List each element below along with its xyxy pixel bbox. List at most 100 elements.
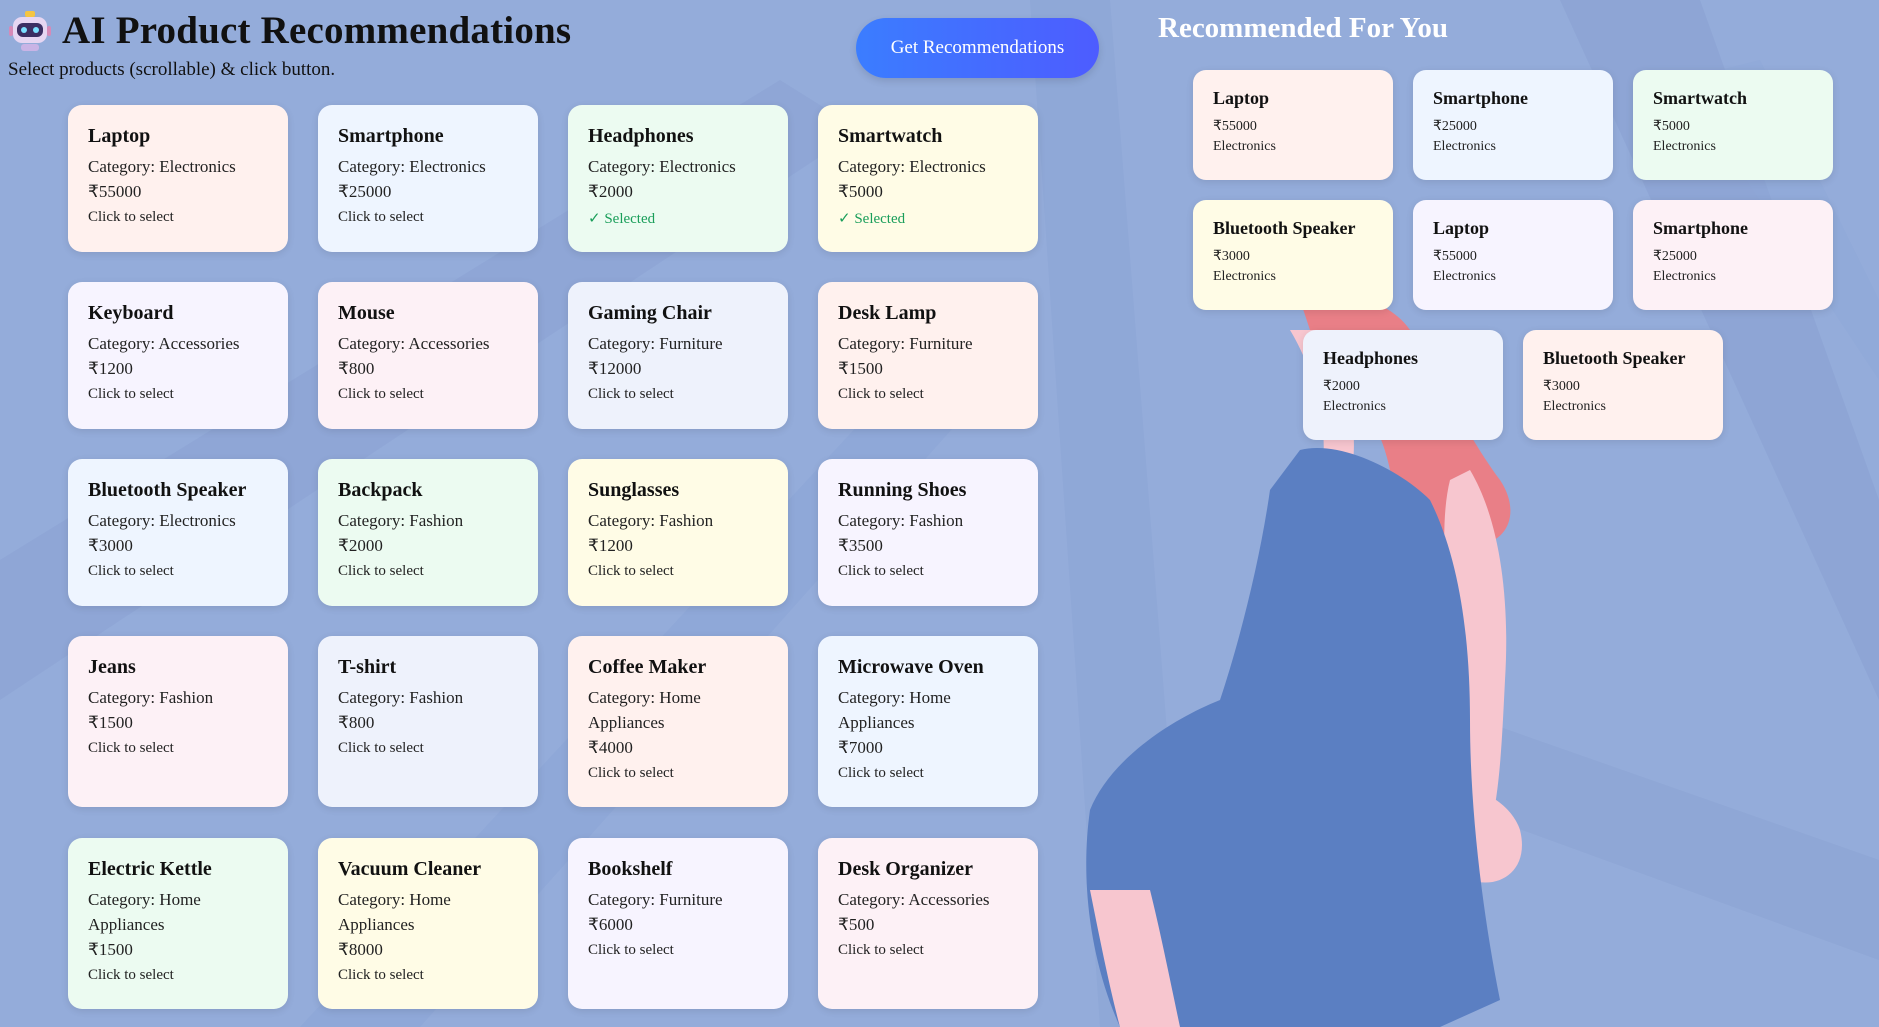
recommendation-category: Electronics bbox=[1433, 139, 1496, 154]
product-card[interactable]: Jeans Category: Fashion ₹1500 Click to sele… bbox=[68, 636, 288, 807]
page-subtitle: Select products (scrollable) & click but… bbox=[8, 59, 336, 80]
product-name: Electric Kettle bbox=[88, 858, 212, 880]
select-hint: Click to select bbox=[838, 942, 924, 958]
product-price: ₹6000 bbox=[588, 915, 633, 934]
product-price: ₹1200 bbox=[88, 359, 133, 378]
get-recommendations-button[interactable]: Get Recommendations bbox=[856, 18, 1099, 78]
product-category: Category: Fashion bbox=[338, 511, 464, 530]
product-price: ₹7000 bbox=[838, 738, 883, 757]
product-name: Desk Lamp bbox=[838, 302, 937, 324]
product-selection-panel: AI Product Recommendations Select produc… bbox=[0, 0, 1100, 1027]
product-card[interactable]: Running Shoes Category: Fashion ₹3500 Click… bbox=[818, 459, 1038, 606]
product-price: ₹25000 bbox=[338, 182, 392, 201]
product-card[interactable]: Keyboard Category: Accessories ₹1200 Click … bbox=[68, 282, 288, 429]
select-hint: Click to select bbox=[588, 942, 674, 958]
select-hint: Click to select bbox=[588, 765, 674, 781]
product-card[interactable]: Vacuum Cleaner Category: Home Appliances ₹… bbox=[318, 838, 538, 1009]
recommendation-category: Electronics bbox=[1653, 269, 1716, 284]
product-card[interactable]: Bluetooth Speaker Category: Electronics ₹3… bbox=[68, 459, 288, 606]
select-hint: Click to select bbox=[838, 563, 924, 579]
selected-indicator: ✓ Selected bbox=[588, 211, 656, 227]
recommendation-card[interactable]: Smartphone ₹25000 Electronics bbox=[1413, 70, 1613, 180]
recommendation-price: ₹2000 bbox=[1323, 379, 1360, 394]
product-name: Vacuum Cleaner bbox=[338, 858, 482, 880]
product-card[interactable]: Desk Organizer Category: Accessories ₹500 C… bbox=[818, 838, 1038, 1009]
product-card[interactable]: Gaming Chair Category: Furniture ₹12000 Cli… bbox=[568, 282, 788, 429]
product-name: Keyboard bbox=[88, 302, 174, 324]
recommendation-price: ₹5000 bbox=[1653, 119, 1690, 134]
robot-icon bbox=[9, 10, 51, 51]
product-card[interactable]: Microwave Oven Category: Home Appliances ₹… bbox=[818, 636, 1038, 807]
product-price: ₹800 bbox=[338, 713, 375, 732]
product-card[interactable]: Mouse Category: Accessories ₹800 Click to s… bbox=[318, 282, 538, 429]
select-hint: Click to select bbox=[88, 209, 174, 225]
product-name: Jeans bbox=[88, 656, 136, 678]
recommendation-category: Electronics bbox=[1213, 269, 1276, 284]
recommendation-card[interactable]: Headphones ₹2000 Electronics bbox=[1303, 330, 1503, 440]
product-category: Category: Electronics bbox=[588, 157, 736, 176]
recommendation-category: Electronics bbox=[1323, 399, 1386, 414]
product-category: Category: Home Appliances bbox=[88, 890, 201, 934]
product-card[interactable]: Bookshelf Category: Furniture ₹6000 Click t… bbox=[568, 838, 788, 1009]
product-card[interactable]: Laptop Category: Electronics ₹55000 Click t… bbox=[68, 105, 288, 252]
recommendation-card[interactable]: Bluetooth Speaker ₹3000 Electronics bbox=[1193, 200, 1393, 310]
product-category: Category: Fashion bbox=[88, 688, 214, 707]
select-hint: Click to select bbox=[338, 967, 424, 983]
product-name: Sunglasses bbox=[588, 479, 680, 501]
product-category: Category: Home Appliances bbox=[838, 688, 951, 732]
select-hint: Click to select bbox=[88, 386, 174, 402]
product-category: Category: Home Appliances bbox=[588, 688, 701, 732]
select-hint: Click to select bbox=[588, 386, 674, 402]
header: AI Product Recommendations bbox=[8, 8, 571, 53]
product-category: Category: Furniture bbox=[588, 890, 723, 909]
product-card[interactable]: Smartphone Category: Electronics ₹25000 Cli… bbox=[318, 105, 538, 252]
product-card[interactable]: Backpack Category: Fashion ₹2000 Click to s… bbox=[318, 459, 538, 606]
product-price: ₹1500 bbox=[838, 359, 883, 378]
product-card[interactable]: Coffee Maker Category: Home Appliances ₹40… bbox=[568, 636, 788, 807]
product-price: ₹1500 bbox=[88, 713, 133, 732]
recommendation-name: Smartwatch bbox=[1653, 88, 1747, 108]
product-name: Microwave Oven bbox=[838, 656, 984, 678]
product-card[interactable]: Smartwatch Category: Electronics ₹5000 ✓ Se… bbox=[818, 105, 1038, 252]
recommendation-card[interactable]: Smartwatch ₹5000 Electronics bbox=[1633, 70, 1833, 180]
recommendation-card[interactable]: Bluetooth Speaker ₹3000 Electronics bbox=[1523, 330, 1723, 440]
recommendation-card[interactable]: Smartphone ₹25000 Electronics bbox=[1633, 200, 1833, 310]
recommendation-card[interactable]: Laptop ₹55000 Electronics bbox=[1413, 200, 1613, 310]
product-card[interactable]: Sunglasses Category: Fashion ₹1200 Click to… bbox=[568, 459, 788, 606]
product-name: Headphones bbox=[588, 125, 694, 147]
recommendation-card[interactable]: Laptop ₹55000 Electronics bbox=[1193, 70, 1393, 180]
product-price: ₹3500 bbox=[838, 536, 883, 555]
product-category: Category: Electronics bbox=[838, 157, 986, 176]
recommendation-name: Headphones bbox=[1323, 348, 1419, 368]
product-card[interactable]: Desk Lamp Category: Furniture ₹1500 Click t… bbox=[818, 282, 1038, 429]
recommendation-price: ₹3000 bbox=[1213, 249, 1250, 264]
product-price: ₹3000 bbox=[88, 536, 133, 555]
product-category: Category: Electronics bbox=[88, 511, 236, 530]
recommendation-name: Bluetooth Speaker bbox=[1213, 218, 1356, 238]
product-name: Bookshelf bbox=[588, 858, 673, 880]
product-card[interactable]: Electric Kettle Category: Home Appliances… bbox=[68, 838, 288, 1009]
recommendation-name: Laptop bbox=[1433, 218, 1490, 238]
recommendation-category: Electronics bbox=[1543, 399, 1606, 414]
product-card[interactable]: Headphones Category: Electronics ₹2000 ✓ Se… bbox=[568, 105, 788, 252]
recommendations-title: Recommended For You bbox=[1158, 12, 1448, 44]
recommendation-name: Smartphone bbox=[1653, 218, 1749, 238]
product-name: Desk Organizer bbox=[838, 858, 973, 880]
recommendation-price: ₹25000 bbox=[1433, 119, 1477, 134]
product-price: ₹2000 bbox=[588, 182, 633, 201]
select-hint: Click to select bbox=[88, 967, 174, 983]
product-category: Category: Home Appliances bbox=[338, 890, 451, 934]
product-category: Category: Accessories bbox=[838, 890, 990, 909]
product-name: Gaming Chair bbox=[588, 302, 712, 324]
page-title: AI Product Recommendations bbox=[62, 9, 572, 52]
product-price: ₹800 bbox=[338, 359, 375, 378]
select-hint: Click to select bbox=[838, 386, 924, 402]
product-price: ₹2000 bbox=[338, 536, 383, 555]
product-category: Category: Fashion bbox=[338, 688, 464, 707]
select-hint: Click to select bbox=[838, 765, 924, 781]
recommendation-name: Bluetooth Speaker bbox=[1543, 348, 1686, 368]
recommendation-name: Smartphone bbox=[1433, 88, 1529, 108]
product-name: Bluetooth Speaker bbox=[88, 479, 247, 501]
product-card[interactable]: T-shirt Category: Fashion ₹800 Click to sel… bbox=[318, 636, 538, 807]
product-category: Category: Electronics bbox=[88, 157, 236, 176]
